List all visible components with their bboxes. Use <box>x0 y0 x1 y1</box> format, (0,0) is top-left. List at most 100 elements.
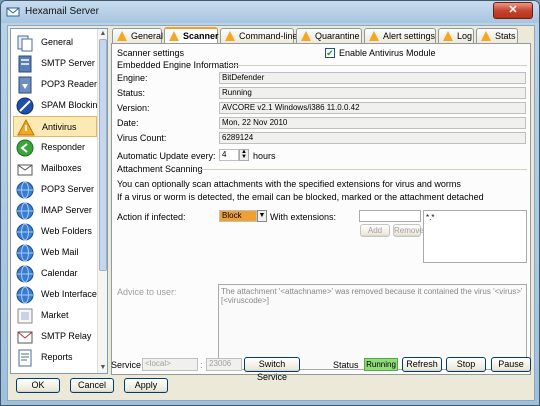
sidebar-scrollbar[interactable]: ▲ ▼ <box>97 29 107 373</box>
sidebar-item-web-mail[interactable]: Web Mail <box>13 242 97 263</box>
reports-icon <box>18 349 32 367</box>
general-icon <box>17 35 33 52</box>
virus-count-field: 6289124 <box>219 132 526 144</box>
tab-stats[interactable]: Stats <box>476 28 518 44</box>
update-hours-input[interactable]: 4 <box>219 149 239 161</box>
service-host-field[interactable]: <local> <box>142 358 198 371</box>
switch-service-button[interactable]: Switch Service <box>244 357 300 382</box>
tab-command-line[interactable]: Command-line <box>220 28 298 44</box>
section-title: Scanner settings <box>117 48 185 58</box>
ok-button[interactable]: OK <box>16 378 60 393</box>
sidebar-item-pop3-reader[interactable]: POP3 Reader <box>13 74 97 95</box>
scroll-up-icon[interactable]: ▲ <box>98 29 107 39</box>
scrollbar-thumb[interactable] <box>99 39 107 271</box>
warning-icon <box>369 31 379 41</box>
pop3-server-icon <box>16 181 34 199</box>
sidebar-item-web-folders[interactable]: Web Folders <box>13 221 97 242</box>
service-label: Service <box>111 360 142 370</box>
window-title: Hexamail Server <box>25 6 99 17</box>
sidebar-item-reports[interactable]: Reports <box>13 347 97 368</box>
warning-icon <box>225 31 235 41</box>
add-extension-button[interactable]: Add <box>360 224 390 237</box>
responder-icon <box>16 139 34 157</box>
warning-icon <box>117 31 127 41</box>
pause-button[interactable]: Pause <box>491 357 531 372</box>
tab-log[interactable]: Log <box>438 28 474 44</box>
extension-list[interactable]: *.* <box>423 210 527 263</box>
warning-icon <box>443 31 453 41</box>
attachment-group-title: Attachment Scanning <box>117 164 203 174</box>
service-status-badge: Running <box>364 358 398 371</box>
sidebar-item-calendar[interactable]: Calendar <box>13 263 97 284</box>
market-icon <box>17 308 33 324</box>
date-label: Date: <box>117 118 139 128</box>
refresh-button[interactable]: Refresh <box>402 357 442 372</box>
update-hours-spinner[interactable]: ▲ ▼ <box>239 149 249 161</box>
remove-extension-button[interactable]: Remove <box>393 224 424 237</box>
sidebar-item-label: Market <box>41 310 69 320</box>
sidebar-item-web-interface[interactable]: Web Interface <box>13 284 97 305</box>
sidebar-item-antivirus[interactable]: Antivirus <box>13 116 97 137</box>
sidebar-item-smtp-server[interactable]: SMTP Server <box>13 53 97 74</box>
action-select[interactable]: Block <box>219 210 257 222</box>
sidebar-item-label: Web Interface <box>41 289 97 299</box>
engine-label: Engine: <box>117 73 148 83</box>
attachment-description: If a virus or worm is detected, the emai… <box>117 192 484 202</box>
sidebar-item-label: General <box>41 37 74 47</box>
engine-field: BitDefender <box>219 72 526 84</box>
status-bar-label: Status <box>333 360 359 370</box>
title-bar[interactable]: Hexamail Server ✕ <box>1 1 539 23</box>
attachment-description: You can optionally scan attachments with… <box>117 179 461 189</box>
sidebar-item-label: Web Folders <box>41 226 92 236</box>
sidebar-item-label: SPAM Blocking <box>41 100 103 110</box>
antivirus-icon <box>17 118 35 136</box>
divider <box>227 65 527 66</box>
pop3-reader-icon <box>18 76 32 94</box>
sidebar-item-general[interactable]: General <box>13 32 97 53</box>
web-interface-icon <box>16 286 34 304</box>
spam-blocking-icon <box>16 97 34 115</box>
warning-icon <box>169 31 179 41</box>
action-label: Action if infected: <box>117 212 186 222</box>
port-separator: : <box>200 360 203 370</box>
sidebar-item-pop3-server[interactable]: POP3 Server <box>13 179 97 200</box>
sidebar-item-label: IMAP Server <box>41 205 92 215</box>
divider <box>200 169 527 170</box>
sidebar-item-label: Mailboxes <box>41 163 82 173</box>
app-logo-icon <box>6 7 20 17</box>
tab-general[interactable]: General <box>112 28 163 44</box>
sidebar-item-smtp-relay[interactable]: SMTP Relay <box>13 326 97 347</box>
scroll-down-icon[interactable]: ▼ <box>98 363 107 373</box>
version-field: AVCORE v2.1 Windows/i386 11.0.0.42 <box>219 102 526 114</box>
app-window: Hexamail Server ✕ General SMTP Server PO… <box>0 0 540 406</box>
service-port-field[interactable]: 23006 <box>206 358 242 371</box>
sidebar-item-label: POP3 Server <box>41 184 95 194</box>
apply-button[interactable]: Apply <box>124 378 168 393</box>
date-field: Mon, 22 Nov 2010 <box>219 117 526 129</box>
sidebar-item-imap-server[interactable]: IMAP Server <box>13 200 97 221</box>
sidebar-item-label: Reports <box>41 352 73 362</box>
sidebar-item-label: Web Mail <box>41 247 79 257</box>
sidebar-item-mailboxes[interactable]: Mailboxes <box>13 158 97 179</box>
action-dropdown-icon[interactable]: ▼ <box>257 210 267 222</box>
sidebar-item-market[interactable]: Market <box>13 305 97 326</box>
tab-alert-settings[interactable]: Alert settings <box>364 28 436 44</box>
window-client-area: General SMTP Server POP3 Reader SPAM Blo… <box>7 25 535 401</box>
tab-quarantine[interactable]: Quarantine <box>296 28 362 44</box>
sidebar-item-label: Antivirus <box>42 122 77 132</box>
warning-icon <box>301 31 311 41</box>
version-label: Version: <box>117 103 150 113</box>
stop-button[interactable]: Stop <box>446 357 486 372</box>
extension-input[interactable] <box>359 210 421 222</box>
status-field: Running <box>219 87 526 99</box>
sidebar-item-spam-blocking[interactable]: SPAM Blocking <box>13 95 102 116</box>
enable-antivirus-checkbox[interactable]: ✔ <box>325 48 335 58</box>
web-mail-icon <box>16 244 34 262</box>
sidebar-item-responder[interactable]: Responder <box>13 137 97 158</box>
smtp-relay-icon <box>17 331 33 344</box>
close-window-button[interactable]: ✕ <box>493 2 533 19</box>
calendar-icon <box>16 265 34 283</box>
sidebar-item-label: Responder <box>41 142 86 152</box>
cancel-button[interactable]: Cancel <box>70 378 114 393</box>
mailboxes-icon <box>17 164 33 176</box>
